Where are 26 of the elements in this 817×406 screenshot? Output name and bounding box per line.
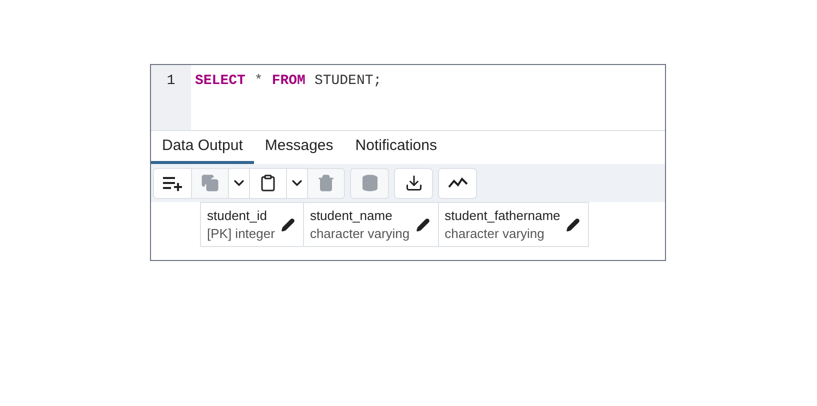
column-type: [PK] integer: [207, 224, 275, 242]
database-icon: [360, 174, 378, 192]
column-header[interactable]: student_name character varying: [302, 202, 439, 247]
column-name: student_name: [310, 206, 394, 224]
download-icon: [404, 174, 422, 192]
pencil-icon: [566, 218, 580, 232]
code-token: STUDENT;: [314, 72, 382, 91]
copy-icon: [201, 174, 219, 192]
line-number: 1: [166, 72, 176, 91]
column-header[interactable]: student_fathername character varying: [438, 202, 590, 247]
column-name: student_fathername: [444, 206, 560, 224]
tab[interactable]: Messages: [254, 131, 344, 164]
line-chart-icon: [448, 177, 468, 189]
pencil-icon: [280, 218, 295, 232]
pencil-icon: [416, 218, 430, 232]
code-token: *: [254, 72, 263, 91]
column-name: student_id: [207, 206, 268, 224]
column-type: character varying: [444, 224, 546, 242]
clipboard-icon: [259, 174, 277, 192]
add-row-icon: [162, 175, 184, 191]
code-token: FROM: [272, 72, 306, 91]
tab[interactable]: Notifications: [344, 131, 448, 164]
column-header[interactable]: student_id [PK] integer: [200, 202, 304, 247]
trash-icon: [317, 174, 335, 192]
code-token: SELECT: [195, 72, 246, 91]
column-type: character varying: [310, 224, 410, 242]
